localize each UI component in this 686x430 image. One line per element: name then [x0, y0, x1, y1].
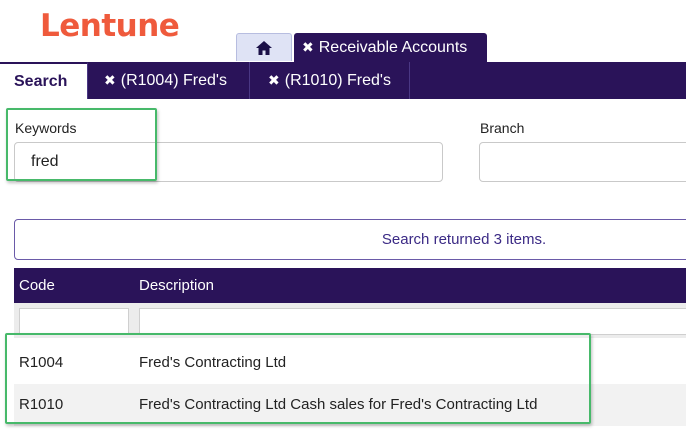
row-code: R1004: [19, 354, 64, 371]
description-filter-input[interactable]: [139, 308, 686, 335]
table-row[interactable]: R1004 Fred's Contracting Ltd: [14, 342, 686, 384]
result-text: Search returned 3 items.: [381, 231, 547, 248]
tab-r1004[interactable]: ✖ (R1004) Fred's: [88, 62, 250, 99]
tab-receivable-accounts[interactable]: ✖ Receivable Accounts: [294, 33, 487, 62]
search-result-message: Search returned 3 items.: [14, 219, 686, 260]
column-header-code[interactable]: Code: [19, 277, 55, 294]
tab-r1010[interactable]: ✖ (R1010) Fred's: [250, 62, 410, 99]
home-icon: [256, 40, 272, 55]
lentune-logo: Lentune: [40, 8, 180, 44]
grid-filter-row: [14, 303, 686, 338]
code-filter-input[interactable]: [19, 308, 129, 335]
table-row[interactable]: R1010 Fred's Contracting Ltd Cash sales …: [14, 384, 686, 426]
branch-label: Branch: [480, 120, 525, 136]
row-description: Fred's Contracting Ltd: [139, 354, 287, 371]
tab-label: (R1004) Fred's: [120, 71, 227, 89]
row-description: Fred's Contracting Ltd Cash sales for Fr…: [139, 396, 538, 413]
keywords-label: Keywords: [15, 120, 77, 136]
home-tab[interactable]: [236, 33, 292, 61]
close-icon[interactable]: ✖: [268, 72, 280, 89]
close-icon[interactable]: ✖: [104, 72, 116, 89]
branch-input[interactable]: [479, 142, 686, 182]
tab-label: Search: [14, 72, 68, 90]
sub-tab-bar: Search ✖ (R1004) Fred's ✖ (R1010) Fred's: [0, 62, 686, 99]
tab-search[interactable]: Search: [0, 62, 88, 99]
grid-header: Code Description: [14, 268, 686, 303]
row-code: R1010: [19, 396, 64, 413]
tab-label: Receivable Accounts: [318, 38, 468, 56]
close-icon[interactable]: ✖: [302, 39, 314, 56]
tab-label: (R1010) Fred's: [284, 71, 391, 89]
column-header-description[interactable]: Description: [139, 277, 214, 294]
keywords-input[interactable]: fred: [14, 142, 443, 182]
